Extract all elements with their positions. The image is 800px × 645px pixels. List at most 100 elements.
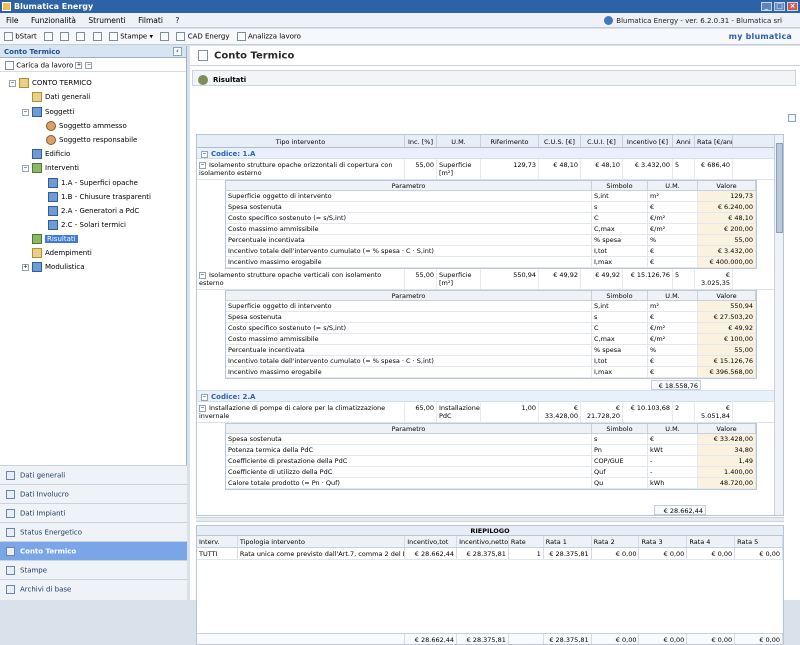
new-icon[interactable] [44,32,54,41]
window-title: Blumatica Energy [14,2,94,11]
code-section-2a[interactable]: − Codice: 2.A [197,391,783,402]
tools-icon [32,163,42,173]
sidebar-header: Conto Termico ‹ [0,46,186,58]
carica-da-lavoro-row[interactable]: Carica da lavoro + − [0,58,186,72]
vertical-scrollbar[interactable] [774,135,783,515]
bottom-navigation: Dati generali Dati Involucro Dati Impian… [0,465,187,600]
table-row[interactable]: − Installazione di pompe di calore per la… [197,402,783,423]
parameter-row: Calore totale prodotto (= Pn · Quf) Qu kWh… [226,478,756,489]
bstart-button[interactable]: bStart [4,32,37,41]
menu-filmati[interactable]: Filmati [138,16,163,25]
tree-view: − CONTO TERMICO Dati generali − Soggetti S… [0,72,186,462]
parameter-row: Incentivo massimo erogabile I,max € € 400.0… [226,257,756,268]
riepilogo-table: RIEPILOGO Interv. Tipologia intervento Inc… [196,525,784,645]
tree-item-generatori-pdc[interactable]: 2.A - Generatori a PdC [48,206,139,218]
code-icon [48,220,58,230]
menu-file[interactable]: File [6,16,19,25]
expand-all-icon[interactable]: + [75,62,83,69]
parameter-row: Costo specifico sostenuto (= s/S,int) C €/… [226,323,756,334]
results-icon [32,234,42,244]
parameter-row: Incentivo totale dell'intervento cumulat… [226,356,756,367]
tree-item-adempimenti[interactable]: Adempimenti [32,248,92,260]
tree-item-solari-termici[interactable]: 2.C - Solari termici [48,220,126,232]
word-icon [32,262,42,272]
cad-energy-button[interactable]: CAD Energy [176,32,230,41]
parameter-row: Spesa sostenuta s € € 6.240,00 [226,202,756,213]
parameter-row: Costo massimo ammissibile C,max €/m² € 100,… [226,334,756,345]
power-icon [4,32,13,41]
tree-item-modulistica[interactable]: + Modulistica [22,262,85,274]
building-icon [32,149,42,159]
archive-icon [6,585,15,594]
tree-item-risultati[interactable]: Risultati [32,234,78,246]
document-icon [198,50,208,61]
window-title-bar: Blumatica Energy _ □ × [0,0,800,13]
tree-item-edificio[interactable]: Edificio [32,149,70,161]
analyze-icon [236,32,246,41]
nav-dati-involucro[interactable]: Dati Involucro [0,484,187,503]
menu-bar: File Funzionalità Strumenti Filmati ? Bl… [0,13,800,28]
collapse-all-icon[interactable]: − [85,62,93,69]
parameter-row: Superficie oggetto di intervento S,int m² 1… [226,191,756,202]
analizza-lavoro-button[interactable]: Analizza lavoro [236,32,301,41]
splitter[interactable] [196,517,784,522]
resize-handle-icon[interactable] [788,114,796,122]
code-icon [48,178,58,188]
tree-item-conto-termico[interactable]: − CONTO TERMICO [9,78,92,90]
maximize-icon[interactable]: □ [774,2,785,11]
tree-item-soggetto-ammesso[interactable]: Soggetto ammesso [46,121,127,133]
settings-icon[interactable] [160,32,170,41]
close-icon[interactable]: × [787,2,798,11]
table-row[interactable]: − Isolamento strutture opache verticali c… [197,269,783,290]
energy-logo-icon [604,16,614,25]
grand-total-row: € 28.662,44 [196,505,784,516]
parameter-row: Coefficiente di prestazione della PdC COP… [226,456,756,467]
nav-dati-generali[interactable]: Dati generali [0,465,187,484]
parameter-row: Potenza termica della PdC Pn kWt 34,80 [226,445,756,456]
left-panel: Conto Termico ‹ Carica da lavoro + − − CONT… [0,46,187,600]
riepilogo-row[interactable]: TUTTI Rata unica come previsto dall'Art.7… [197,548,784,560]
save-icon[interactable] [76,32,86,41]
scroll-thumb[interactable] [776,143,783,233]
parameter-row: Percentuale incentivata% spesa% 55,00 [226,235,756,246]
tree-item-chiusure-trasparenti[interactable]: 1.B - Chiusure trasparenti [48,192,151,204]
nav-status-energetico[interactable]: Status Energetico [0,522,187,541]
tree-item-superfici-opache[interactable]: 1.A - Superfici opache [48,178,138,190]
riepilogo-header: Interv. Tipologia intervento Incentivo,tot… [197,536,784,548]
parameter-row: Costo massimo ammissibile C,max €/m² € 200,… [226,224,756,235]
menu-help[interactable]: ? [175,16,179,25]
tree-item-soggetti[interactable]: − Soggetti [22,107,74,119]
tree-item-dati-generali[interactable]: Dati generali [32,92,90,104]
riepilogo-total-row: € 28.662,44 € 28.375,81 € 28.375,81 € 0,00 €… [197,633,784,644]
my-blumatica-logo: my blumatica [728,32,792,41]
heater-icon [6,509,15,518]
parameter-row: Spesa sostenuta s € € 27.503,20 [226,312,756,323]
minimize-icon[interactable]: _ [761,2,772,11]
energy-icon [6,528,15,537]
stampe-button[interactable]: Stampe ▾ [108,32,153,41]
house-icon [6,490,15,499]
code-section-1a[interactable]: − Codice: 1.A [197,148,783,159]
person-icon [46,121,56,131]
results-icon [198,75,208,85]
parameter-table-2: Parametro Simbolo U.M. Valore Superficie og… [225,290,757,379]
menu-funzionalita[interactable]: Funzionalità [31,16,76,25]
subtotal-row: € 18.558,76 [197,379,783,391]
nav-archivi-di-base[interactable]: Archivi di base [0,579,187,598]
nav-conto-termico[interactable]: Conto Termico [0,541,187,560]
document-icon [6,547,15,556]
collapse-icon[interactable]: ‹ [173,47,182,56]
tools-icon [5,61,14,70]
notebook-icon [6,471,15,480]
table-row[interactable]: − Isolamento strutture opache orizzontali… [197,159,783,180]
person-icon [46,135,56,145]
nav-dati-impianti[interactable]: Dati Impianti [0,503,187,522]
printer-icon [6,566,15,575]
nav-stampe[interactable]: Stampe [0,560,187,579]
tree-item-interventi[interactable]: − Interventi [22,163,79,175]
parameter-row: Superficie oggetto di intervento S,int m² 5… [226,301,756,312]
open-icon[interactable] [60,32,70,41]
save-as-icon[interactable] [92,32,102,41]
menu-strumenti[interactable]: Strumenti [88,16,125,25]
tree-item-soggetto-responsabile[interactable]: Soggetto responsabile [46,135,137,147]
